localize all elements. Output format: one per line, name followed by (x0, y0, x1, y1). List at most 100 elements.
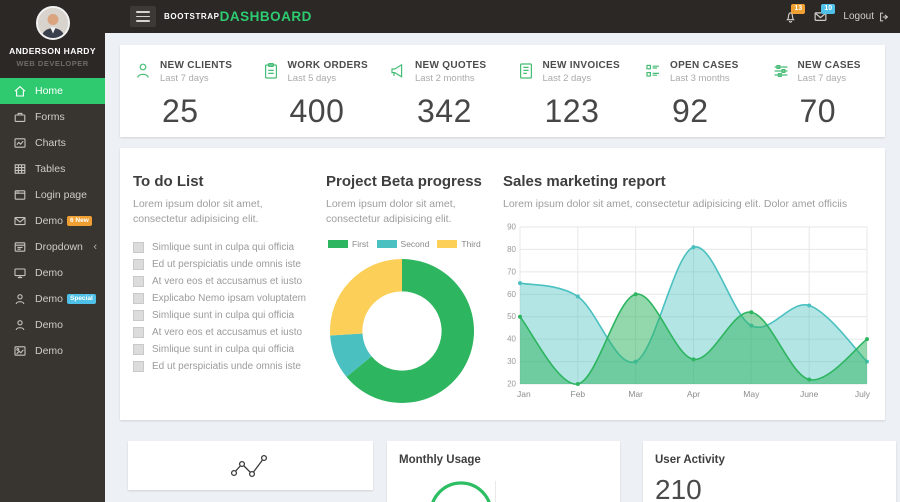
todo-item-label: Simlique sunt in culpa qui officia (152, 242, 294, 253)
svg-text:June: June (800, 389, 819, 399)
sidebar-item-tables[interactable]: Tables (0, 156, 105, 182)
stat-value: 123 (545, 93, 631, 130)
sparkline-card[interactable] (128, 441, 373, 490)
todo-checkbox[interactable] (133, 276, 144, 287)
svg-text:20: 20 (507, 379, 516, 388)
todo-item-label: Explicabo Nemo ipsam voluptatem (152, 293, 306, 304)
topbar-actions: 13 10 Logout (783, 0, 890, 33)
todo-checkbox[interactable] (133, 293, 144, 304)
legend-label: Second (401, 239, 430, 249)
stat-value: 25 (162, 93, 248, 130)
todo-item-label: Ed ut perspiciatis unde omnis iste (152, 361, 301, 372)
sidebar-item-login-page[interactable]: Login page (0, 182, 105, 208)
svg-text:70: 70 (507, 267, 516, 276)
sidebar-item-forms[interactable]: Forms (0, 104, 105, 130)
todo-checkbox[interactable] (133, 361, 144, 372)
stat-card[interactable]: OPEN CASES Last 3 months 92 (630, 45, 758, 137)
donut-chart[interactable] (326, 255, 493, 412)
area-chart[interactable]: 2030405060708090JanFebMarAprMayJuneJuly (503, 220, 875, 411)
profile-role: WEB DEVELOPER (0, 59, 105, 68)
todo-checkbox[interactable] (133, 259, 144, 270)
stat-value: 342 (417, 93, 503, 130)
menu-toggle-button[interactable] (130, 6, 156, 27)
sidebar-item-charts[interactable]: Charts (0, 130, 105, 156)
stat-value: 70 (800, 93, 886, 130)
usage-gauge (421, 475, 501, 502)
avatar[interactable] (36, 6, 70, 40)
image-icon (13, 344, 27, 358)
sidebar-item-demo[interactable]: Demo (0, 312, 105, 338)
logout-button[interactable]: Logout (843, 11, 890, 23)
sign-out-icon (878, 11, 890, 23)
todo-item: Ed ut perspiciatis unde omnis iste (133, 256, 308, 273)
svg-text:May: May (743, 389, 760, 399)
stat-card[interactable]: NEW QUOTES Last 2 months 342 (375, 45, 503, 137)
briefcase-icon (13, 110, 27, 124)
sidebar-item-label: Demo (35, 319, 63, 331)
sidebar-item-demo[interactable]: Demo (0, 338, 105, 364)
notifications-badge: 13 (791, 4, 805, 14)
stat-card[interactable]: NEW CLIENTS Last 7 days 25 (120, 45, 248, 137)
messages-button[interactable]: 10 (813, 9, 829, 25)
avatar-photo (38, 8, 68, 38)
area-section: Sales marketing report Lorem ipsum dolor… (499, 148, 885, 420)
table-icon (13, 162, 27, 176)
clipboard-icon (261, 61, 281, 81)
notifications-button[interactable]: 13 (783, 9, 799, 25)
todo-subtitle: Lorem ipsum dolor sit amet, consectetur … (133, 197, 308, 226)
todo-item: Simlique sunt in culpa qui officia (133, 239, 308, 256)
sidebar-badge: 6 New (67, 216, 92, 226)
todo-item: Simlique sunt in culpa qui officia (133, 307, 308, 324)
stat-card[interactable]: WORK ORDERS Last 5 days 400 (248, 45, 376, 137)
home-icon (13, 84, 27, 98)
svg-text:50: 50 (507, 312, 516, 321)
svg-text:80: 80 (507, 245, 516, 254)
svg-text:Feb: Feb (571, 389, 586, 399)
brand-prefix: BOOTSTRAP (164, 12, 220, 21)
sidebar-item-demo[interactable]: Demo (0, 260, 105, 286)
stat-period: Last 5 days (288, 73, 369, 84)
sidebar-item-label: Demo (35, 215, 63, 227)
sidebar-item-label: Tables (35, 163, 65, 175)
donut-title: Project Beta progress (326, 173, 493, 190)
stat-card[interactable]: NEW INVOICES Last 2 days 123 (503, 45, 631, 137)
svg-text:30: 30 (507, 357, 516, 366)
todo-checkbox[interactable] (133, 344, 144, 355)
sidebar-item-label: Login page (35, 189, 87, 201)
todo-item: Ed ut perspiciatis unde omnis iste (133, 358, 308, 375)
stat-value: 400 (290, 93, 376, 130)
window-icon (13, 240, 27, 254)
area-subtitle: Lorem ipsum dolor sit amet, consectetur … (503, 197, 875, 212)
svg-text:40: 40 (507, 334, 516, 343)
invoice-icon (516, 61, 536, 81)
stats-panel: NEW CLIENTS Last 7 days 25 WORK ORDERS L… (120, 45, 885, 137)
sidebar-item-label: Forms (35, 111, 65, 123)
sidebar-item-dropdown[interactable]: Dropdown ‹ (0, 234, 105, 260)
stat-card[interactable]: NEW CASES Last 7 days 70 (758, 45, 886, 137)
sidebar-item-demo[interactable]: Demo 6 New (0, 208, 105, 234)
legend-swatch (437, 240, 457, 248)
todo-item-label: Ed ut perspiciatis unde omnis iste (152, 259, 301, 270)
user-activity-title: User Activity (655, 454, 884, 466)
todo-item-label: Simlique sunt in culpa qui officia (152, 344, 294, 355)
todo-title: To do List (133, 173, 308, 190)
brand-name: DASHBOARD (220, 9, 312, 24)
sidebar-item-demo[interactable]: Demo Special (0, 286, 105, 312)
todo-item: Simlique sunt in culpa qui officia (133, 341, 308, 358)
sidebar: ANDERSON HARDY WEB DEVELOPER Home Forms … (0, 0, 105, 502)
legend-swatch (377, 240, 397, 248)
stat-period: Last 7 days (160, 73, 232, 84)
sidebar-item-home[interactable]: Home (0, 78, 105, 104)
stat-period: Last 2 months (415, 73, 486, 84)
stat-label: NEW CLIENTS (160, 60, 232, 71)
todo-checkbox[interactable] (133, 242, 144, 253)
legend-label: Third (461, 239, 480, 249)
chevron-left-icon: ‹ (93, 241, 97, 253)
user-activity-value: 210 (655, 474, 884, 502)
todo-checkbox[interactable] (133, 310, 144, 321)
brand-logo[interactable]: BOOTSTRAP DASHBOARD (164, 0, 312, 33)
svg-text:Apr: Apr (687, 389, 700, 399)
donut-section: Project Beta progress Lorem ipsum dolor … (316, 148, 499, 420)
todo-checkbox[interactable] (133, 327, 144, 338)
stat-period: Last 2 days (543, 73, 621, 84)
